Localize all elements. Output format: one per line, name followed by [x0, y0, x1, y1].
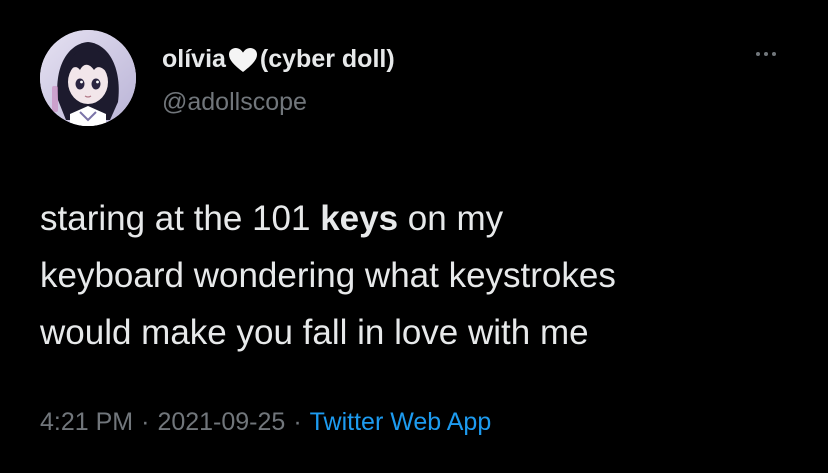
tweet-text-line-2: keyboard wondering what keystrokes — [40, 256, 616, 295]
tweet-time[interactable]: 4:21 PM — [40, 408, 133, 436]
tweet-text-segment: staring at the 101 — [40, 199, 321, 238]
tweet-meta: 4:21 PM · 2021-09-25 · Twitter Web App — [40, 408, 491, 437]
more-options-button[interactable] — [748, 44, 784, 64]
tweet-text-bold: keys — [320, 199, 399, 238]
tweet-text: staring at the 101 keys on my keyboard w… — [40, 190, 800, 361]
tweet-card: olívia (cyber doll) @adollscope staring … — [0, 0, 828, 473]
more-horizontal-icon-dot — [772, 52, 776, 56]
author-name-suffix: (cyber doll) — [259, 45, 395, 73]
meta-separator: · — [293, 408, 302, 436]
tweet-date[interactable]: 2021-09-25 — [157, 408, 285, 436]
tweet-text-segment: on my — [398, 199, 504, 238]
white-heart-icon — [228, 47, 258, 73]
avatar-illustration — [40, 30, 136, 126]
more-horizontal-icon — [756, 52, 760, 56]
author-name-first: olívia — [162, 45, 226, 73]
author-handle[interactable]: @adollscope — [162, 88, 307, 117]
meta-separator: · — [141, 408, 150, 436]
author-name[interactable]: olívia (cyber doll) — [162, 45, 395, 74]
more-horizontal-icon-dot — [764, 52, 768, 56]
tweet-source-link[interactable]: Twitter Web App — [310, 408, 492, 436]
tweet-text-line-3: would make you fall in love with me — [40, 313, 589, 352]
tweet-text-line-1: staring at the 101 keys on my — [40, 190, 800, 247]
avatar[interactable] — [40, 30, 136, 126]
